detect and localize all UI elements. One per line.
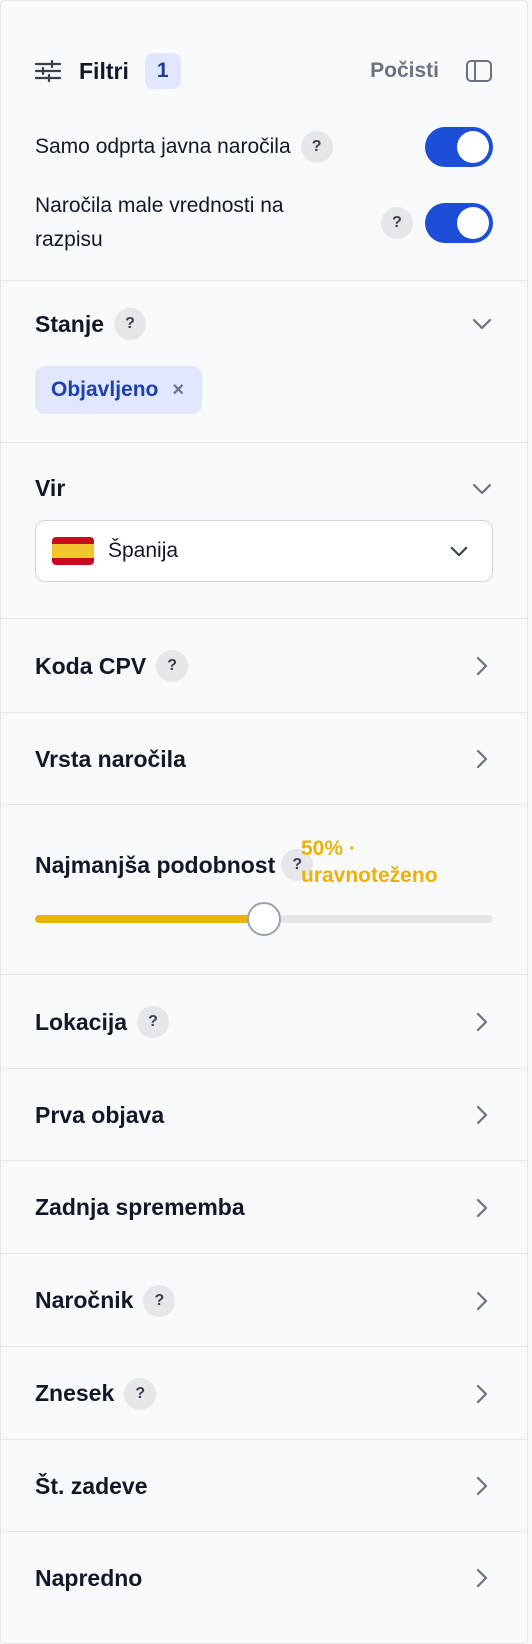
chevron-down-icon [448,540,470,562]
toggle-row-small-value: Naročila male vrednosti na razpisu ? [35,189,493,257]
chevron-right-icon[interactable] [471,1567,493,1589]
section-contract-type[interactable]: Vrsta naročila [1,713,527,805]
section-similarity: Najmanjša podobnost ? 50% · uravnoteženo [1,805,527,975]
section-title: Znesek [35,1380,115,1406]
source-select-value: Španija [108,539,179,562]
section-source: Vir Španija [1,443,527,619]
close-icon[interactable]: × [172,379,184,402]
chip-label: Objavljeno [51,378,159,401]
chevron-right-icon[interactable] [471,655,493,677]
sidebar-toggle-icon[interactable] [465,57,493,85]
filters-header: Filtri 1 Počisti Samo odprta javna naroč… [1,1,527,281]
similarity-slider[interactable] [35,902,493,936]
section-title: Stanje [35,310,105,337]
section-state-header[interactable]: Stanje ? [35,308,493,340]
help-icon[interactable]: ? [137,1006,170,1038]
section-title: Vir [35,475,66,501]
toggle-knob [457,131,489,163]
state-chip-objavljeno: Objavljeno × [35,366,203,414]
section-title: Vrsta naročila [35,745,186,772]
section-first-publish[interactable]: Prva objava [1,1069,527,1161]
help-icon[interactable]: ? [114,308,147,340]
toggle-label: Samo odprta javna naročila [35,135,291,158]
section-state: Stanje ? Objavljeno × [1,281,527,443]
chevron-right-icon[interactable] [471,1290,493,1312]
chevron-down-icon[interactable] [471,478,493,500]
page-title: Filtri [79,57,129,84]
open-tenders-toggle[interactable] [425,127,493,167]
section-title: Zadnja sprememba [35,1194,245,1220]
active-filter-count-badge: 1 [144,53,181,89]
chevron-right-icon[interactable] [471,748,493,770]
similarity-value-label: 50% · uravnoteženo [301,837,438,887]
section-location[interactable]: Lokacija ? [1,975,527,1069]
section-advanced[interactable]: Napredno [1,1532,527,1624]
help-icon[interactable]: ? [124,1377,157,1410]
section-title: Št. zadeve [35,1472,148,1499]
source-select[interactable]: Španija [35,520,493,582]
chevron-right-icon[interactable] [471,1197,493,1219]
clear-filters-button[interactable]: Počisti [370,59,439,83]
section-case-number[interactable]: Št. zadeve [1,1440,527,1532]
section-title: Prva objava [35,1101,165,1128]
section-title: Naročnik [35,1287,134,1313]
section-cpv[interactable]: Koda CPV ? [1,619,527,713]
filters-panel: Filtri 1 Počisti Samo odprta javna naroč… [0,0,528,1644]
chevron-down-icon[interactable] [471,313,493,335]
section-amount[interactable]: Znesek ? [1,1347,527,1440]
chevron-right-icon[interactable] [471,1475,493,1497]
section-buyer[interactable]: Naročnik ? [1,1254,527,1347]
chevron-right-icon[interactable] [471,1383,493,1405]
sliders-icon [35,58,61,84]
section-source-header[interactable]: Vir [35,475,493,502]
chevron-right-icon[interactable] [471,1104,493,1126]
section-title: Lokacija [35,1008,128,1035]
section-last-change[interactable]: Zadnja sprememba [1,1161,527,1254]
section-title: Koda CPV [35,652,147,679]
toggle-label: Naročila male vrednosti na razpisu [35,194,284,251]
section-title: Najmanjša podobnost [35,851,276,878]
small-value-toggle[interactable] [425,203,493,243]
help-icon[interactable]: ? [156,650,189,682]
toggle-row-open-tenders: Samo odprta javna naročila ? [35,127,493,167]
help-icon[interactable]: ? [381,207,413,239]
similarity-slider-fill [35,915,264,923]
chevron-right-icon[interactable] [471,1011,493,1033]
help-icon[interactable]: ? [143,1284,176,1317]
toggle-knob [457,207,489,239]
help-icon[interactable]: ? [300,131,333,163]
section-title: Napredno [35,1564,143,1591]
spain-flag-icon [52,537,94,565]
similarity-slider-thumb[interactable] [247,902,281,936]
